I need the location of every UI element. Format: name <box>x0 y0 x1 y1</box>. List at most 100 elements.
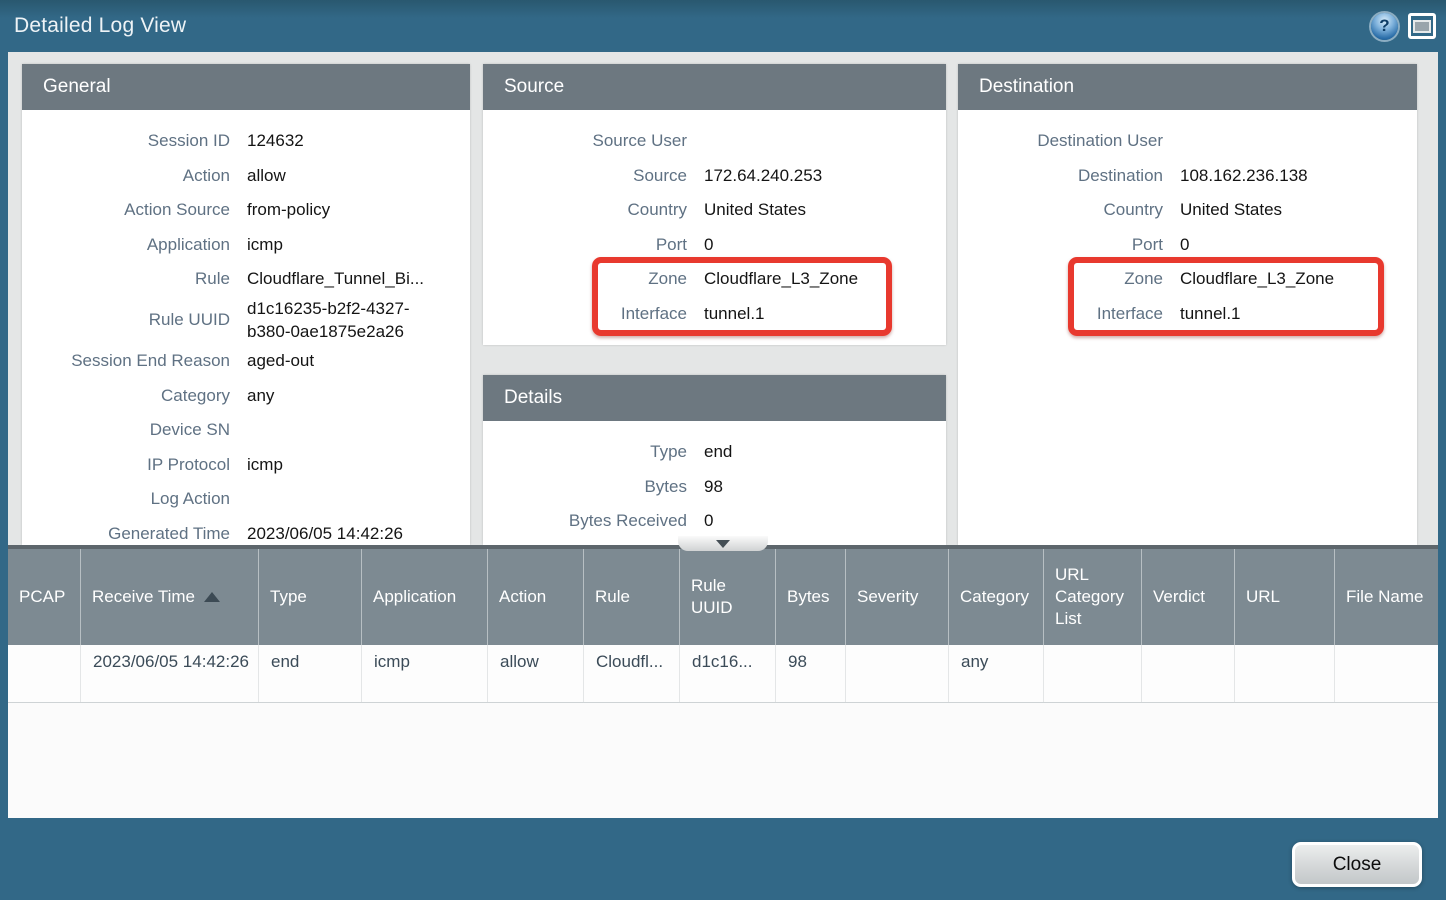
field-row-source: Source172.64.240.253 <box>483 159 946 194</box>
field-row-generated-time: Generated Time2023/06/05 14:42:26 <box>22 517 470 545</box>
field-row-zone: Zone Cloudflare_L3_Zone <box>483 262 946 297</box>
destination-panel: Destination Destination User Destination… <box>958 64 1417 545</box>
field-label: Session End Reason <box>22 351 230 371</box>
column-header-verdict[interactable]: Verdict <box>1141 549 1234 645</box>
details-panel-body: Typeend Bytes98 Bytes Received0 <box>483 421 946 545</box>
column-header-pcap[interactable]: PCAP <box>8 549 80 645</box>
column-header-file-name[interactable]: File Name <box>1334 549 1438 645</box>
field-row-session-id: Session ID 124632 <box>22 124 470 159</box>
window-restore-icon-glyph <box>1413 20 1431 33</box>
column-label: URL <box>1246 586 1280 608</box>
field-value: 0 <box>1180 233 1189 257</box>
cell-category: any <box>948 645 1043 702</box>
field-label: Device SN <box>22 420 230 440</box>
detailed-log-view-dialog: Detailed Log View ? General Session ID 12… <box>0 0 1446 900</box>
field-label: Port <box>958 235 1163 255</box>
column-header-rule[interactable]: Rule <box>583 549 679 645</box>
field-row-session-end-reason: Session End Reason aged-out <box>22 344 470 379</box>
dialog-body: General Session ID 124632 Actionallow Act… <box>8 52 1438 818</box>
cell-file-name <box>1334 645 1438 702</box>
field-row-type: Typeend <box>483 435 946 470</box>
help-icon[interactable]: ? <box>1371 13 1398 40</box>
window-restore-icon[interactable] <box>1408 13 1436 39</box>
general-panel-header: General <box>22 64 470 110</box>
sort-ascending-icon <box>204 592 220 602</box>
column-label: Category <box>960 586 1029 608</box>
field-row-destination: Destination108.162.236.138 <box>958 159 1417 194</box>
details-panel: Details Typeend Bytes98 Bytes Received0 <box>483 375 946 545</box>
field-label: Rule <box>22 269 230 289</box>
column-header-type[interactable]: Type <box>258 549 361 645</box>
cell-verdict <box>1141 645 1234 702</box>
field-row-rule: RuleCloudflare_Tunnel_Bi... <box>22 262 470 297</box>
column-header-url-category-list[interactable]: URL Category List <box>1043 549 1141 645</box>
general-column: General Session ID124632 Actionallow Act… <box>22 64 470 545</box>
field-label: Destination <box>958 166 1163 186</box>
field-row-interface: Interfacetunnel.1 <box>958 297 1417 332</box>
field-label: Rule UUID <box>22 310 230 330</box>
cell-url <box>1234 645 1334 702</box>
cell-rule: Cloudfl... <box>583 645 679 702</box>
panel-collapse-handle[interactable] <box>678 536 768 551</box>
field-label: Type <box>483 442 687 462</box>
field-label: Country <box>958 200 1163 220</box>
column-label: Action <box>499 586 546 608</box>
log-table-row[interactable]: 2023/06/05 14:42:26 end icmp allow Cloud… <box>8 645 1438 703</box>
column-label: Verdict <box>1153 586 1205 608</box>
field-label: Application <box>22 235 230 255</box>
field-row-device-sn: Device SN <box>22 413 470 448</box>
field-value: tunnel.1 <box>704 302 765 326</box>
field-row-action: Actionallow <box>22 159 470 194</box>
field-label: Category <box>22 386 230 406</box>
field-label: Source User <box>483 131 687 151</box>
field-value: United States <box>1180 198 1282 222</box>
cell-receive-time: 2023/06/05 14:42:26 <box>80 645 258 702</box>
field-label: Zone <box>483 269 687 289</box>
title-bar: Detailed Log View ? <box>0 0 1446 52</box>
field-row-country: Country United States <box>958 193 1417 228</box>
field-value: icmp <box>247 233 283 257</box>
general-panel: General Session ID124632 Actionallow Act… <box>22 64 470 545</box>
field-value: Cloudflare_L3_Zone <box>704 267 858 291</box>
cell-bytes: 98 <box>775 645 845 702</box>
column-label: Type <box>270 586 307 608</box>
field-row-ip-protocol: IP Protocolicmp <box>22 448 470 483</box>
field-row-zone: ZoneCloudflare_L3_Zone <box>958 262 1417 297</box>
column-header-category[interactable]: Category <box>948 549 1043 645</box>
log-table-section: PCAP Receive Time Type Application Actio… <box>8 545 1438 818</box>
column-header-url[interactable]: URL <box>1234 549 1334 645</box>
source-panel: Source Source User Source172.64.240.253 … <box>483 64 946 345</box>
field-row-port: Port0 <box>483 228 946 263</box>
cell-pcap <box>8 645 80 702</box>
field-label: Generated Time <box>22 524 230 544</box>
column-label: PCAP <box>19 586 65 608</box>
column-label: Bytes <box>787 586 830 608</box>
field-value: 124632 <box>247 129 304 153</box>
general-panel-body: Session ID124632 Actionallow Action Sour… <box>22 110 470 545</box>
close-button[interactable]: Close <box>1292 842 1422 887</box>
destination-panel-body: Destination User Destination108.162.236.… <box>958 110 1417 545</box>
column-label: Rule UUID <box>691 575 769 619</box>
field-value: end <box>704 440 732 464</box>
field-label: Bytes Received <box>483 511 687 531</box>
column-header-action[interactable]: Action <box>487 549 583 645</box>
field-value: United States <box>704 198 806 222</box>
log-table-header: PCAP Receive Time Type Application Actio… <box>8 545 1438 645</box>
column-header-receive-time[interactable]: Receive Time <box>80 549 258 645</box>
column-header-rule-uuid[interactable]: Rule UUID <box>679 549 775 645</box>
field-label: Session ID <box>22 131 230 151</box>
column-header-application[interactable]: Application <box>361 549 487 645</box>
field-label: Zone <box>958 269 1163 289</box>
field-row-port: Port 0 <box>958 228 1417 263</box>
field-value: any <box>247 384 274 408</box>
field-row-rule-uuid: Rule UUIDd1c16235-b2f2-4327-b380-0ae1875… <box>22 297 470 345</box>
field-value: aged-out <box>247 349 314 373</box>
field-row-category: Category any <box>22 379 470 414</box>
dialog-title: Detailed Log View <box>14 14 186 38</box>
column-header-severity[interactable]: Severity <box>845 549 948 645</box>
field-label: Bytes <box>483 477 687 497</box>
chevron-down-icon <box>716 540 730 548</box>
cell-application: icmp <box>361 645 487 702</box>
column-header-bytes[interactable]: Bytes <box>775 549 845 645</box>
field-row-interface: Interfacetunnel.1 <box>483 297 946 332</box>
